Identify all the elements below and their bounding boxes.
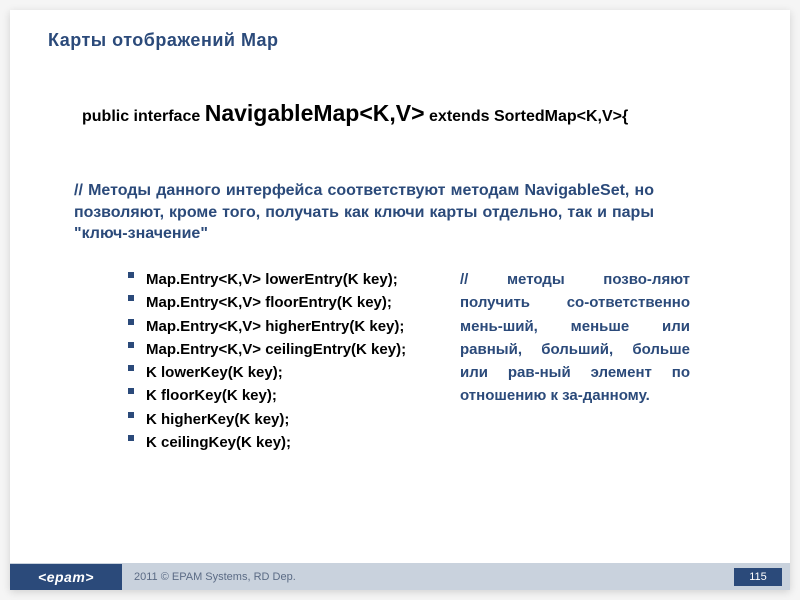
list-item: K lowerKey(K key); xyxy=(128,361,448,384)
list-item: Map.Entry<K,V> ceilingEntry(K key); xyxy=(128,338,448,361)
list-item: Map.Entry<K,V> higherEntry(K key); xyxy=(128,315,448,338)
method-list: Map.Entry<K,V> lowerEntry(K key); Map.En… xyxy=(128,268,448,454)
epam-logo: <epam> xyxy=(10,564,122,590)
decl-brace: { xyxy=(622,108,628,125)
list-item: K ceilingKey(K key); xyxy=(128,431,448,454)
list-item: K higherKey(K key); xyxy=(128,408,448,431)
list-item: Map.Entry<K,V> floorEntry(K key); xyxy=(128,291,448,314)
decl-generics: <K,V> xyxy=(359,100,424,126)
list-item: Map.Entry<K,V> lowerEntry(K key); xyxy=(128,268,448,291)
decl-extends: extends SortedMap<K,V> xyxy=(425,108,622,125)
decl-name: NavigableMap xyxy=(205,100,360,126)
footer-copyright: 2011 © EPAM Systems, RD Dep. xyxy=(122,564,790,590)
intro-comment: // Методы данного интерфейса соответству… xyxy=(74,180,654,245)
slide: Карты отображений Map public interface N… xyxy=(10,10,790,590)
list-item: K floorKey(K key); xyxy=(128,384,448,407)
slide-title: Карты отображений Map xyxy=(48,30,278,51)
decl-prefix: public interface xyxy=(82,108,205,125)
interface-declaration: public interface NavigableMap<K,V> exten… xyxy=(82,98,642,129)
page-number: 115 xyxy=(734,568,782,586)
side-comment: // методы позво-ляют получить со-ответст… xyxy=(460,268,690,408)
footer: <epam> 2011 © EPAM Systems, RD Dep. xyxy=(10,564,790,590)
